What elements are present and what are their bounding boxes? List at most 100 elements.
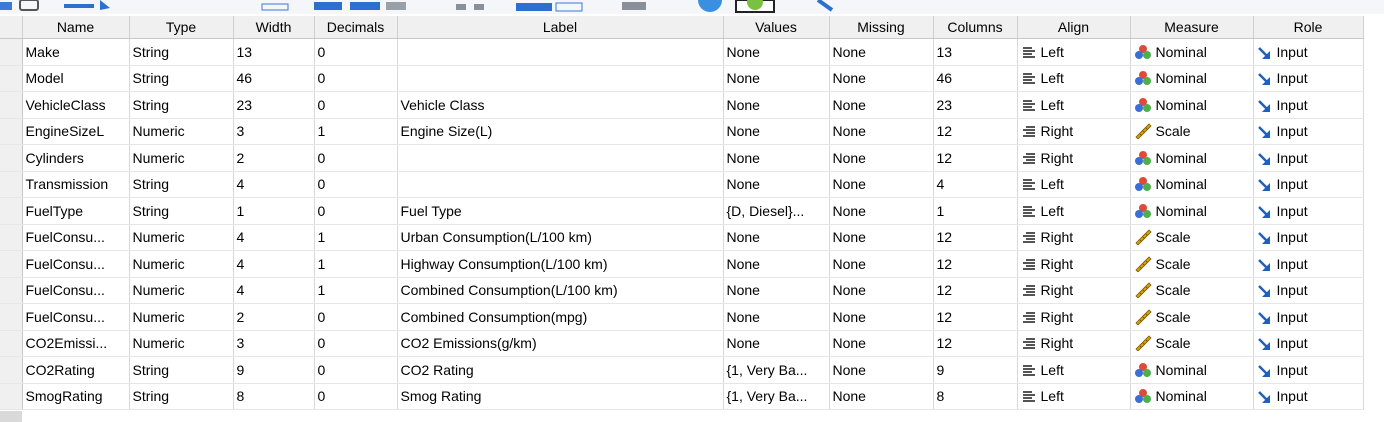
cell-name[interactable]: FuelConsu... bbox=[22, 277, 130, 304]
cell-name[interactable]: Transmission bbox=[22, 171, 130, 198]
cell-decimals[interactable]: 0 bbox=[314, 356, 398, 384]
cell-values[interactable]: None bbox=[723, 91, 830, 119]
cell-align[interactable]: Right bbox=[1017, 144, 1131, 172]
cell-missing[interactable]: None bbox=[829, 144, 934, 172]
cell-decimals[interactable]: 0 bbox=[314, 91, 398, 119]
column-header-missing[interactable]: Missing bbox=[829, 16, 934, 39]
cell-columns[interactable]: 46 bbox=[933, 65, 1018, 92]
cell-missing[interactable]: None bbox=[829, 330, 934, 357]
cell-label[interactable] bbox=[397, 65, 724, 92]
cell-label[interactable]: Vehicle Class bbox=[397, 91, 724, 119]
cell-columns[interactable]: 23 bbox=[933, 91, 1018, 119]
table-row[interactable]: CO2Emissi... Numeric 3 0 CO2 Emissions(g/km)… bbox=[0, 330, 1364, 357]
cell-role[interactable]: Input bbox=[1253, 383, 1364, 410]
cell-align[interactable]: Right bbox=[1017, 303, 1131, 331]
cell-measure[interactable]: Nominal bbox=[1130, 65, 1254, 92]
cell-width[interactable]: 13 bbox=[233, 38, 315, 66]
cell-missing[interactable]: None bbox=[829, 65, 934, 92]
value-labels-icon[interactable] bbox=[622, 2, 646, 10]
cell-decimals[interactable]: 0 bbox=[314, 65, 398, 92]
column-header-label[interactable]: Label bbox=[397, 16, 724, 39]
cell-values[interactable]: None bbox=[723, 38, 830, 66]
cell-role[interactable]: Input bbox=[1253, 303, 1364, 331]
cell-label[interactable]: Smog Rating bbox=[397, 383, 724, 410]
cell-align[interactable]: Right bbox=[1017, 224, 1131, 251]
cell-label[interactable]: Fuel Type bbox=[397, 197, 724, 225]
table-row[interactable]: Cylinders Numeric 2 0 None None 12 Right Nominal… bbox=[0, 144, 1364, 172]
cell-columns[interactable]: 12 bbox=[933, 118, 1018, 145]
cell-label[interactable] bbox=[397, 144, 724, 172]
cell-missing[interactable]: None bbox=[829, 250, 934, 278]
row-header[interactable] bbox=[0, 383, 23, 410]
cell-align[interactable]: Left bbox=[1017, 383, 1131, 410]
cell-name[interactable]: FuelConsu... bbox=[22, 303, 130, 331]
cell-role[interactable]: Input bbox=[1253, 118, 1364, 145]
row-header[interactable] bbox=[0, 277, 23, 304]
cell-measure[interactable]: Nominal bbox=[1130, 38, 1254, 66]
cell-role[interactable]: Input bbox=[1253, 277, 1364, 304]
column-header-name[interactable]: Name bbox=[22, 16, 130, 39]
import-icon[interactable] bbox=[64, 0, 110, 10]
row-header[interactable] bbox=[0, 330, 23, 357]
column-header-align[interactable]: Align bbox=[1017, 16, 1131, 39]
cell-missing[interactable]: None bbox=[829, 356, 934, 384]
row-header[interactable] bbox=[0, 224, 23, 251]
cell-role[interactable]: Input bbox=[1253, 38, 1364, 66]
cell-measure[interactable]: Nominal bbox=[1130, 197, 1254, 225]
cell-label[interactable]: CO2 Emissions(g/km) bbox=[397, 330, 724, 357]
cell-type[interactable]: Numeric bbox=[129, 303, 234, 331]
cell-name[interactable]: SmogRating bbox=[22, 383, 130, 410]
spelling-icon[interactable] bbox=[735, 0, 775, 13]
table-row[interactable]: EngineSizeL Numeric 3 1 Engine Size(L) None No… bbox=[0, 118, 1364, 145]
cell-name[interactable]: Make bbox=[22, 38, 130, 66]
row-header[interactable] bbox=[0, 171, 23, 198]
cell-label[interactable]: CO2 Rating bbox=[397, 356, 724, 384]
cell-missing[interactable]: None bbox=[829, 171, 934, 198]
cell-missing[interactable]: None bbox=[829, 383, 934, 410]
table-row[interactable]: FuelConsu... Numeric 2 0 Combined Consumptio… bbox=[0, 303, 1364, 331]
cell-name[interactable]: CO2Emissi... bbox=[22, 330, 130, 357]
corner-cell[interactable] bbox=[0, 16, 23, 39]
cell-width[interactable]: 4 bbox=[233, 277, 315, 304]
cell-name[interactable]: VehicleClass bbox=[22, 91, 130, 119]
cell-type[interactable]: Numeric bbox=[129, 277, 234, 304]
cell-align[interactable]: Left bbox=[1017, 171, 1131, 198]
cell-measure[interactable]: Scale bbox=[1130, 224, 1254, 251]
cell-align[interactable]: Left bbox=[1017, 197, 1131, 225]
cell-type[interactable]: String bbox=[129, 91, 234, 119]
script-icon[interactable] bbox=[816, 0, 834, 12]
table-row[interactable]: Make String 13 0 None None 13 Left Nominal Input bbox=[0, 38, 1364, 66]
cell-decimals[interactable]: 1 bbox=[314, 224, 398, 251]
table-row[interactable]: Model String 46 0 None None 46 Left Nominal Input bbox=[0, 65, 1364, 92]
cell-columns[interactable]: 1 bbox=[933, 197, 1018, 225]
cell-type[interactable]: Numeric bbox=[129, 118, 234, 145]
cell-width[interactable]: 1 bbox=[233, 197, 315, 225]
cell-label[interactable]: Highway Consumption(L/100 km) bbox=[397, 250, 724, 278]
table-row[interactable]: VehicleClass String 23 0 Vehicle Class None No… bbox=[0, 91, 1364, 119]
save-icon[interactable] bbox=[19, 0, 39, 11]
cell-decimals[interactable]: 1 bbox=[314, 118, 398, 145]
cell-width[interactable]: 4 bbox=[233, 250, 315, 278]
table-row[interactable]: FuelConsu... Numeric 4 1 Highway Consumption… bbox=[0, 250, 1364, 278]
cell-type[interactable]: String bbox=[129, 171, 234, 198]
cell-values[interactable]: None bbox=[723, 250, 830, 278]
cell-align[interactable]: Right bbox=[1017, 250, 1131, 278]
cell-align[interactable]: Left bbox=[1017, 38, 1131, 66]
open-icon[interactable] bbox=[0, 2, 12, 10]
cell-role[interactable]: Input bbox=[1253, 197, 1364, 225]
cell-measure[interactable]: Scale bbox=[1130, 277, 1254, 304]
cell-measure[interactable]: Scale bbox=[1130, 118, 1254, 145]
cell-measure[interactable]: Nominal bbox=[1130, 383, 1254, 410]
insert-variable-icon[interactable] bbox=[350, 2, 406, 10]
column-header-type[interactable]: Type bbox=[129, 16, 234, 39]
cell-measure[interactable]: Scale bbox=[1130, 250, 1254, 278]
cell-width[interactable]: 2 bbox=[233, 144, 315, 172]
cell-width[interactable]: 4 bbox=[233, 224, 315, 251]
cell-role[interactable]: Input bbox=[1253, 144, 1364, 172]
table-row[interactable]: Transmission String 4 0 None None 4 Left Nominal… bbox=[0, 171, 1364, 198]
cell-decimals[interactable]: 0 bbox=[314, 197, 398, 225]
cell-role[interactable]: Input bbox=[1253, 171, 1364, 198]
use-sets-icon[interactable] bbox=[698, 0, 722, 12]
cell-align[interactable]: Right bbox=[1017, 277, 1131, 304]
cell-label[interactable]: Combined Consumption(mpg) bbox=[397, 303, 724, 331]
